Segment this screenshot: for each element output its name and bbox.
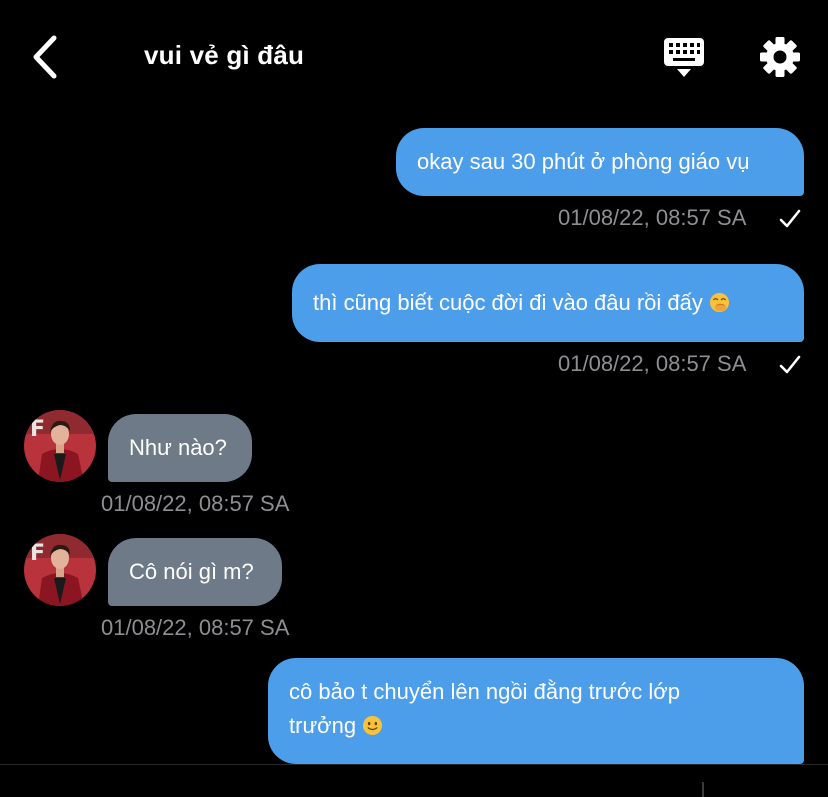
message-text: okay sau 30 phút ở phòng giáo vụ (417, 149, 750, 174)
outgoing-message-bubble[interactable]: okay sau 30 phút ở phòng giáo vụ (396, 128, 804, 196)
conversation-title[interactable]: vui vẻ gì đâu (144, 40, 304, 71)
compose-divider (0, 764, 828, 765)
compose-area-edge (702, 782, 704, 797)
checkmark-icon (779, 355, 801, 374)
avatar-photo: F (24, 534, 96, 606)
outgoing-message-bubble[interactable]: cô bảo t chuyển lên ngồi đằng trước lớp … (268, 658, 804, 764)
contact-avatar[interactable]: F (24, 534, 96, 606)
svg-text:F: F (30, 417, 45, 442)
checkmark-icon (779, 209, 801, 228)
message-text-line: trưởng (289, 709, 804, 743)
incoming-message-bubble[interactable]: Cô nói gì m? (108, 538, 282, 606)
message-timestamp: 01/08/22, 08:57 SA (558, 205, 747, 230)
avatar-photo: F (24, 410, 96, 482)
keyboard-icon (664, 38, 704, 77)
back-button[interactable] (28, 34, 64, 80)
message-text: thì cũng biết cuộc đời đi vào đâu rồi đấ… (313, 290, 703, 315)
message-text: Như nào? (129, 435, 227, 460)
message-timestamp: 01/08/22, 08:57 SA (558, 351, 747, 376)
outgoing-message-bubble[interactable]: thì cũng biết cuộc đời đi vào đâu rồi đấ… (292, 264, 804, 342)
hand-over-mouth-emoji (709, 292, 729, 313)
message-text: Cô nói gì m? (129, 559, 254, 584)
chevron-left-icon (33, 35, 57, 79)
message-timestamp: 01/08/22, 08:57 SA (101, 491, 290, 516)
svg-text:F: F (30, 541, 45, 566)
message-text-line: cô bảo t chuyển lên ngồi đằng trước lớp (289, 679, 680, 704)
message-timestamp: 01/08/22, 08:57 SA (101, 615, 290, 640)
contact-avatar[interactable]: F (24, 410, 96, 482)
incoming-message-bubble[interactable]: Như nào? (108, 414, 252, 482)
slight-smile-emoji (363, 715, 383, 736)
gear-icon (760, 37, 800, 77)
chat-header: vui vẻ gì đâu (0, 0, 828, 112)
settings-button[interactable] (756, 34, 804, 80)
keyboard-button[interactable] (660, 34, 708, 80)
